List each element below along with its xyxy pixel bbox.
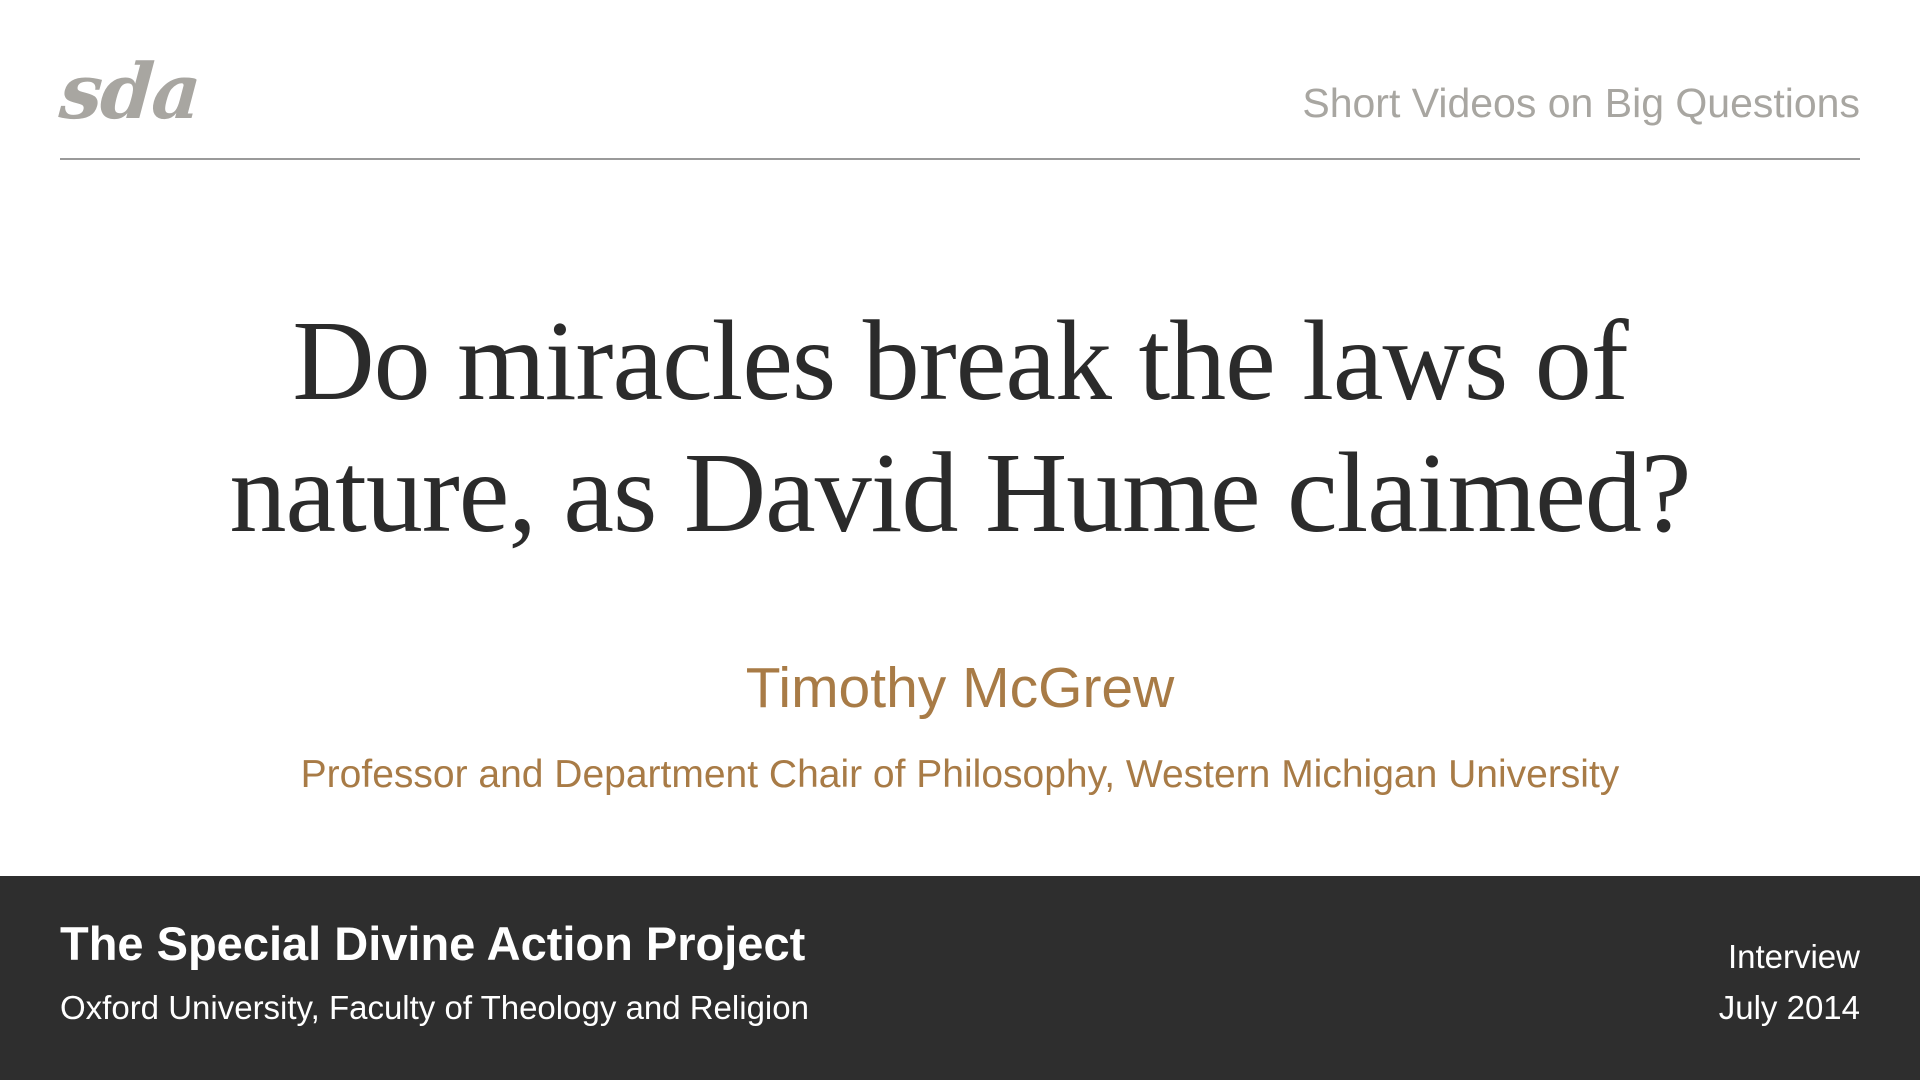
- sda-logo: sda: [56, 47, 203, 136]
- video-format: Interview: [1727, 938, 1860, 975]
- video-title-line-1: Do miracles break the laws of: [292, 297, 1628, 424]
- project-name: The Special Divine Action Project: [60, 917, 806, 970]
- header: sda Short Videos on Big Questions: [56, 47, 1860, 160]
- speaker-name: Timothy McGrew: [745, 656, 1175, 720]
- video-title-line-2: nature, as David Hume claimed?: [229, 429, 1692, 556]
- footer-bar: The Special Divine Action Project Oxford…: [0, 876, 1920, 1080]
- speaker-role: Professor and Department Chair of Philos…: [300, 753, 1620, 796]
- video-date: July 2014: [1718, 989, 1860, 1026]
- series-tagline: Short Videos on Big Questions: [1302, 80, 1860, 126]
- video-title: Do miracles break the laws of nature, as…: [60, 295, 1860, 559]
- title-card: sda Short Videos on Big Questions Do mir…: [0, 0, 1920, 1080]
- institution: Oxford University, Faculty of Theology a…: [60, 989, 809, 1026]
